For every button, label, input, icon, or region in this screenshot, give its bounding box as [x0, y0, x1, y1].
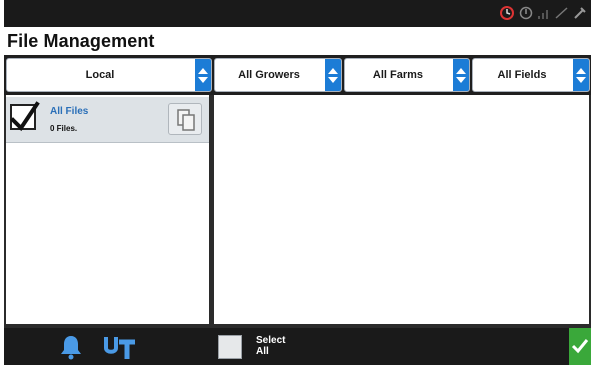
growers-spinner-icon[interactable]: [325, 59, 341, 91]
file-detail-panel: [214, 95, 589, 324]
growers-dropdown[interactable]: All Growers: [214, 58, 342, 92]
source-spinner-icon[interactable]: [195, 59, 211, 91]
tool-icon: [573, 6, 587, 20]
checkmark-icon: [571, 339, 589, 354]
list-item-subtitle: 0 Files.: [50, 124, 78, 133]
checkmark-icon: [10, 101, 40, 132]
source-dropdown[interactable]: Local: [6, 58, 212, 92]
list-item-title: All Files: [50, 106, 89, 117]
select-all-label[interactable]: Select All: [256, 335, 296, 357]
fields-spinner-icon[interactable]: [573, 59, 589, 91]
timer-icon: [499, 5, 515, 21]
bottom-toolbar: Select All: [4, 328, 591, 365]
source-dropdown-label: Local: [85, 69, 115, 81]
select-all-label-line1: Select: [256, 335, 286, 346]
farms-dropdown-label: All Farms: [372, 69, 424, 81]
fields-dropdown[interactable]: All Fields: [472, 58, 590, 92]
filter-row: Local All Growers All Farms All Fields: [4, 55, 591, 95]
list-item[interactable]: All Files 0 Files.: [6, 97, 209, 143]
app-frame: File Management Local All Growers All Fa…: [4, 0, 591, 365]
ut-icon[interactable]: [103, 334, 137, 365]
file-list-panel: All Files 0 Files.: [6, 95, 209, 324]
title-bar: File Management: [4, 27, 591, 56]
gps-icon: [555, 6, 569, 20]
bell-icon[interactable]: [59, 334, 83, 365]
confirm-button[interactable]: [569, 328, 591, 365]
fields-dropdown-label: All Fields: [497, 69, 547, 81]
status-bar: [4, 0, 591, 27]
growers-dropdown-label: All Growers: [238, 69, 300, 81]
info-icon: [519, 6, 533, 20]
farms-spinner-icon[interactable]: [453, 59, 469, 91]
all-files-checkbox[interactable]: [10, 101, 40, 132]
signal-icon: [537, 6, 551, 20]
status-icons: [499, 4, 587, 22]
select-all-checkbox[interactable]: [218, 335, 242, 359]
page-title: File Management: [7, 31, 155, 51]
farms-dropdown[interactable]: All Farms: [344, 58, 470, 92]
select-all-label-line2: All: [256, 346, 269, 357]
copy-icon: [177, 109, 195, 131]
copy-button[interactable]: [168, 103, 202, 135]
